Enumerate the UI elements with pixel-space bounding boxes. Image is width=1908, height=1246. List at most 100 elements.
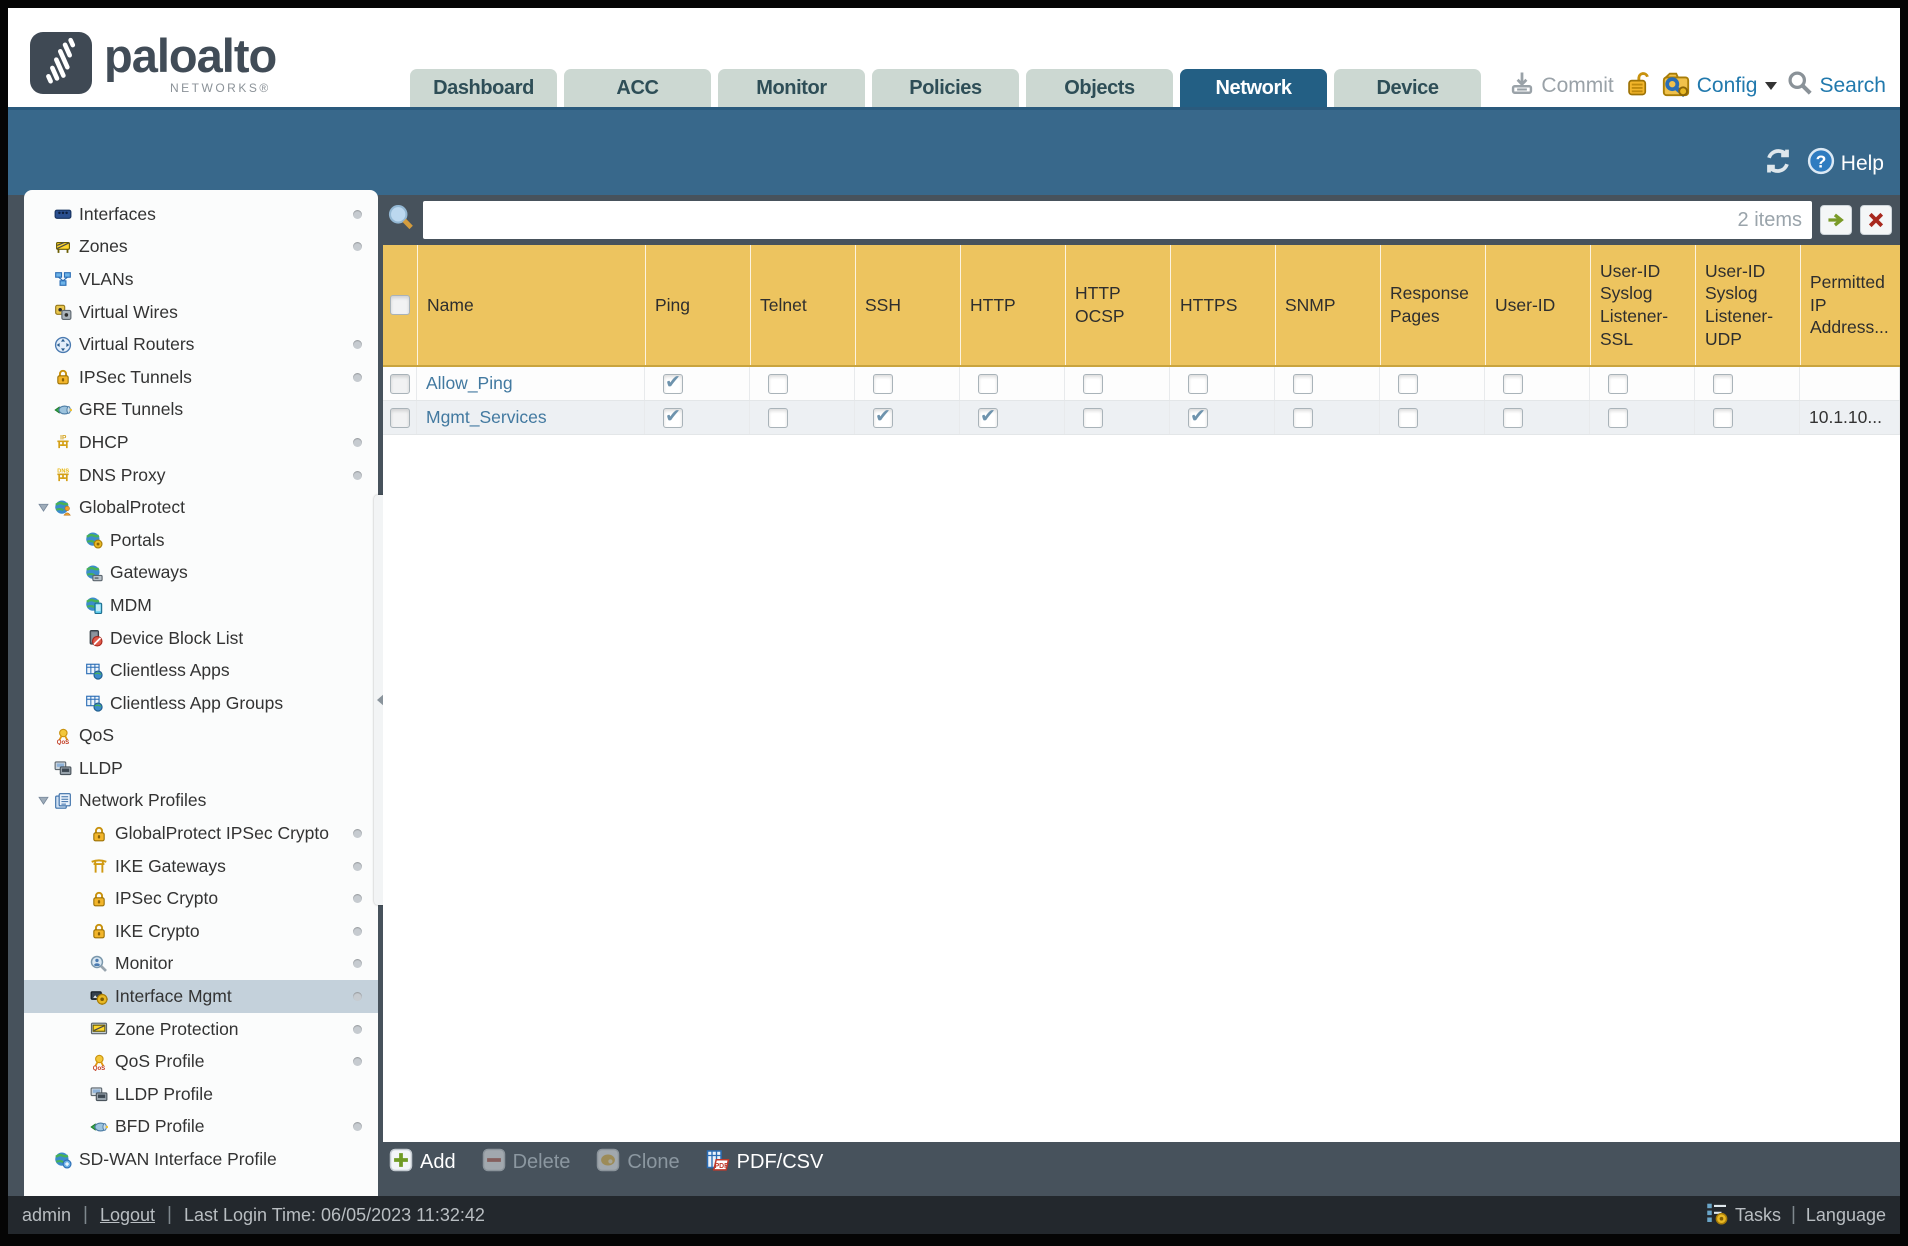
https-checkbox[interactable] [1188,373,1208,394]
ping-checkbox[interactable] [663,405,683,428]
svg-text:IP: IP [60,435,67,442]
sidebar-item-dns-proxy[interactable]: DNS DNS Proxy [24,459,378,492]
column-header-telnet[interactable]: Telnet [750,245,855,365]
ping-checkbox[interactable] [663,371,683,394]
sidebar-item-globalprotect[interactable]: GlobalProtect [24,491,378,524]
sidebar-item-sd-wan-interface-profile[interactable]: SD-WAN Interface Profile [24,1143,378,1176]
network-sidebar: Interfaces Zones VLANs Virtual Wires Virtual… [24,190,378,1196]
lock-icon[interactable] [1624,70,1651,102]
tab-device[interactable]: Device [1334,69,1481,107]
column-header-https[interactable]: HTTPS [1170,245,1275,365]
tab-policies[interactable]: Policies [872,69,1019,107]
refresh-icon[interactable] [1763,146,1793,181]
select-all-checkbox[interactable] [390,295,410,315]
commit-button[interactable]: Commit [1509,70,1614,101]
sidebar-item-clientless-apps[interactable]: Clientless Apps [24,654,378,687]
sidebar-item-virtual-wires[interactable]: Virtual Wires [24,296,378,329]
sidebar-item-qos-profile[interactable]: QoS QoS Profile [24,1045,378,1078]
expander-down-icon[interactable] [32,501,54,514]
tab-objects[interactable]: Objects [1026,69,1173,107]
column-header-name[interactable]: Name [417,245,645,365]
config-caret-icon [1765,81,1778,90]
sidebar-item-globalprotect-ipsec-crypto[interactable]: GlobalProtect IPSec Crypto [24,817,378,850]
column-header-user-id[interactable]: User-ID [1485,245,1590,365]
sidebar-item-zone-protection[interactable]: Zone Protection [24,1013,378,1046]
profile-name-link[interactable]: Allow_Ping [426,373,513,394]
column-header-permitted-ip-address-[interactable]: Permitted IP Address... [1800,245,1900,365]
user-id-syslog-listener-udp-checkbox[interactable] [1713,373,1733,394]
sidebar-item-network-profiles[interactable]: Network Profiles [24,785,378,818]
add-button[interactable]: Add [389,1148,456,1177]
http-ocsp-checkbox[interactable] [1083,407,1103,428]
user-id-syslog-listener-ssl-checkbox[interactable] [1608,407,1628,428]
pdf-csv-button[interactable]: PDF PDF/CSV [706,1148,823,1177]
column-header-ssh[interactable]: SSH [855,245,960,365]
sidebar-item-clientless-app-groups[interactable]: Clientless App Groups [24,687,378,720]
tab-dashboard[interactable]: Dashboard [410,69,557,107]
column-header-http-ocsp[interactable]: HTTP OCSP [1065,245,1170,365]
https-checkbox[interactable] [1188,405,1208,428]
sidebar-item-bfd-profile[interactable]: BFD Profile [24,1111,378,1144]
sidebar-item-gre-tunnels[interactable]: GRE Tunnels [24,394,378,427]
row-select-checkbox[interactable] [389,373,410,394]
column-header-user-id-syslog-listener-ssl[interactable]: User-ID Syslog Listener-SSL [1590,245,1695,365]
help-button[interactable]: ? Help [1807,147,1884,180]
telnet-checkbox[interactable] [768,407,788,428]
search-button[interactable]: Search [1787,70,1886,101]
http-checkbox[interactable] [978,373,998,394]
column-header-http[interactable]: HTTP [960,245,1065,365]
sidebar-item-zones[interactable]: Zones [24,231,378,264]
sidebar-item-ike-gateways[interactable]: IKE Gateways [24,850,378,883]
http-checkbox[interactable] [978,405,998,428]
sidebar-item-virtual-routers[interactable]: Virtual Routers [24,328,378,361]
tab-acc[interactable]: ACC [564,69,711,107]
language-button[interactable]: Language [1806,1205,1886,1226]
config-button[interactable]: Config [1661,68,1778,103]
clear-filter-button[interactable] [1860,205,1892,235]
user-id-checkbox[interactable] [1503,407,1523,428]
ipsec-crypto-icon [90,890,108,908]
http-ocsp-checkbox[interactable] [1083,373,1103,394]
sidebar-item-ike-crypto[interactable]: IKE Crypto [24,915,378,948]
profile-name-link[interactable]: Mgmt_Services [426,407,547,428]
sidebar-item-vlans[interactable]: VLANs [24,263,378,296]
logout-link[interactable]: Logout [100,1205,155,1226]
telnet-checkbox[interactable] [768,373,788,394]
tab-monitor[interactable]: Monitor [718,69,865,107]
column-header-snmp[interactable]: SNMP [1275,245,1380,365]
snmp-checkbox[interactable] [1293,373,1313,394]
ssh-checkbox[interactable] [873,405,893,428]
sidebar-item-portals[interactable]: Portals [24,524,378,557]
sidebar-item-ipsec-crypto[interactable]: IPSec Crypto [24,882,378,915]
response-pages-checkbox[interactable] [1398,407,1418,428]
apply-filter-button[interactable] [1820,205,1852,235]
sidebar-item-monitor[interactable]: Monitor [24,948,378,981]
column-header-response-pages[interactable]: Response Pages [1380,245,1485,365]
sidebar-item-lldp[interactable]: LLDP [24,752,378,785]
tasks-button[interactable]: Tasks [1705,1201,1781,1230]
sub-header-bar: ? Help [8,107,1900,195]
sidebar-item-qos[interactable]: QoS QoS [24,720,378,753]
sidebar-item-gateways[interactable]: Gateways [24,557,378,590]
user-id-checkbox[interactable] [1503,373,1523,394]
snmp-checkbox[interactable] [1293,407,1313,428]
sidebar-item-ipsec-tunnels[interactable]: IPSec Tunnels [24,361,378,394]
sidebar-item-device-block-list[interactable]: Device Block List [24,622,378,655]
config-icon [1661,68,1691,103]
sidebar-item-interface-mgmt[interactable]: Interface Mgmt [24,980,378,1013]
response-pages-checkbox[interactable] [1398,373,1418,394]
sidebar-item-label: BFD Profile [115,1116,205,1137]
tab-network[interactable]: Network [1180,69,1327,107]
user-id-syslog-listener-udp-checkbox[interactable] [1713,407,1733,428]
user-id-syslog-listener-ssl-checkbox[interactable] [1608,373,1628,394]
row-select-checkbox[interactable] [389,407,410,428]
sidebar-item-mdm[interactable]: MDM [24,589,378,622]
expander-down-icon[interactable] [32,794,54,807]
column-header-ping[interactable]: Ping [645,245,750,365]
filter-input[interactable] [433,209,1730,231]
sidebar-item-lldp-profile[interactable]: LLDP Profile [24,1078,378,1111]
sidebar-item-dhcp[interactable]: IP DHCP [24,426,378,459]
ssh-checkbox[interactable] [873,373,893,394]
sidebar-item-interfaces[interactable]: Interfaces [24,198,378,231]
column-header-user-id-syslog-listener-udp[interactable]: User-ID Syslog Listener-UDP [1695,245,1800,365]
